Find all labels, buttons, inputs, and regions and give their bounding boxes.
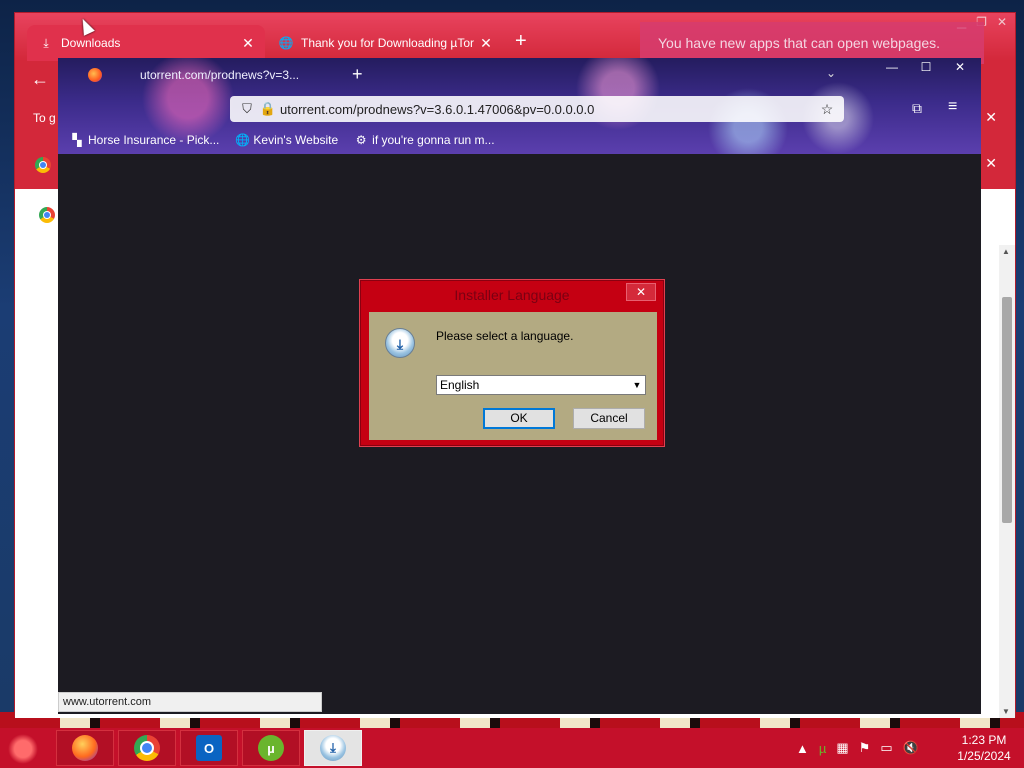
clock-date: 1/25/2024 <box>957 749 1011 763</box>
chevron-down-icon[interactable]: ⌄ <box>826 66 836 80</box>
minimize-icon[interactable]: — <box>879 60 905 74</box>
device-icon[interactable]: ▦ <box>836 740 848 756</box>
shield-icon[interactable]: ⛉ <box>238 101 256 117</box>
new-tab-button[interactable]: + <box>352 64 363 85</box>
bookmark-horse-insurance[interactable]: ▚ Horse Insurance - Pick... <box>70 133 219 147</box>
firefox-icon <box>88 68 102 82</box>
dialog-message: Please select a language. <box>436 329 574 343</box>
chrome-scrollbar[interactable]: ▲ ▼ <box>999 245 1015 718</box>
installer-icon: ⤓ <box>385 328 415 358</box>
cancel-button[interactable]: Cancel <box>573 408 645 429</box>
firefox-icon <box>72 735 98 761</box>
new-tab-button[interactable]: + <box>515 31 527 51</box>
close-icon[interactable]: ✕ <box>241 35 255 52</box>
chrome-tab-thank-you[interactable]: 🌐 Thank you for Downloading µTor ✕ <box>267 25 503 61</box>
ok-button[interactable]: OK <box>483 408 555 429</box>
chevron-down-icon[interactable]: ▼ <box>629 380 645 390</box>
globe-icon: 🌐 <box>235 133 251 147</box>
scroll-up-icon[interactable]: ▲ <box>1002 247 1010 256</box>
utorrent-tray-icon[interactable]: µ <box>819 741 827 756</box>
chrome-tab-downloads[interactable]: ⤓ Downloads ✕ <box>27 25 265 61</box>
firefox-tab-title: utorrent.com/prodnews?v=3... <box>140 68 300 82</box>
taskbar-utorrent[interactable]: µ <box>242 730 300 766</box>
chrome-icon <box>134 735 160 761</box>
language-select[interactable]: English ▼ <box>436 375 646 395</box>
notification-text: You have new apps that can open webpages… <box>658 35 941 51</box>
close-icon[interactable]: ✕ <box>985 109 997 126</box>
close-icon[interactable]: ✕ <box>985 155 997 172</box>
url-text[interactable]: utorrent.com/prodnews?v=3.6.0.1.47006&pv… <box>280 102 818 117</box>
bookmarks-bar: ▚ Horse Insurance - Pick... 🌐 Kevin's We… <box>70 130 495 150</box>
scrollbar-thumb[interactable] <box>1002 297 1012 523</box>
hamburger-menu-icon[interactable]: ≡ <box>948 98 957 116</box>
close-icon[interactable]: ✕ <box>947 60 973 74</box>
bookmark-kevins-website[interactable]: 🌐 Kevin's Website <box>235 133 338 147</box>
taskbar: O µ ⤓ ▲ µ ▦ ⚑ ▭ 🔇 1:23 PM 1/25/2024 <box>0 728 1024 768</box>
scroll-down-icon[interactable]: ▼ <box>1002 707 1010 716</box>
utorrent-icon: µ <box>258 735 284 761</box>
chrome-tab-label: Thank you for Downloading µTor <box>301 36 475 50</box>
firefox-window-controls: — ☐ ✕ <box>879 60 973 74</box>
chrome-page-text: To g <box>33 111 56 125</box>
firefox-tab[interactable]: utorrent.com/prodnews?v=3... <box>88 64 318 86</box>
dialog-title: Installer Language <box>454 287 570 303</box>
close-icon[interactable]: ✕ <box>479 35 493 52</box>
bookmark-label: if you're gonna run m... <box>372 133 495 147</box>
chrome-tab-label: Downloads <box>61 36 121 50</box>
firefox-header: utorrent.com/prodnews?v=3... + ⌄ — ☐ ✕ ⛉… <box>58 58 981 154</box>
installer-icon: ⤓ <box>320 735 346 761</box>
network-icon[interactable]: ▭ <box>880 740 892 756</box>
clock-time: 1:23 PM <box>961 733 1007 747</box>
bookmark-label: Horse Insurance - Pick... <box>88 133 220 147</box>
back-arrow-icon[interactable]: ← <box>31 69 49 90</box>
close-icon[interactable]: ✕ <box>997 15 1007 29</box>
outlook-icon: O <box>196 735 222 761</box>
chevron-up-icon[interactable]: ▲ <box>796 741 809 756</box>
system-tray: ▲ µ ▦ ⚑ ▭ 🔇 <box>796 740 919 756</box>
taskbar-firefox[interactable] <box>56 730 114 766</box>
bookmark-icon: ▚ <box>72 133 82 147</box>
bookmark-gonna-run[interactable]: ⚙ if you're gonna run m... <box>354 133 495 147</box>
lock-icon[interactable]: 🔒 <box>256 101 280 117</box>
firefox-address-bar[interactable]: ⛉ 🔒 utorrent.com/prodnews?v=3.6.0.1.4700… <box>230 96 844 122</box>
star-icon[interactable]: ☆ <box>818 101 836 118</box>
taskbar-clock[interactable]: 1:23 PM 1/25/2024 <box>948 732 1020 764</box>
maximize-icon[interactable]: ☐ <box>913 60 939 74</box>
globe-icon: 🌐 <box>278 36 294 50</box>
chrome-logo-icon <box>39 207 55 223</box>
chrome-logo-icon <box>35 157 51 173</box>
flag-icon[interactable]: ⚑ <box>859 740 871 756</box>
volume-muted-icon[interactable]: 🔇 <box>903 740 919 756</box>
dialog-close-button[interactable]: ✕ <box>626 283 656 301</box>
status-bar-url: www.utorrent.com <box>58 692 322 712</box>
installer-language-dialog: Installer Language ✕ ⤓ Please select a l… <box>360 280 664 446</box>
taskbar-chrome[interactable] <box>118 730 176 766</box>
bookmark-icon: ⚙ <box>355 133 367 147</box>
language-select-value: English <box>440 378 480 392</box>
dialog-body: ⤓ Please select a language. English ▼ OK… <box>369 312 657 440</box>
extensions-icon[interactable]: ⧉ <box>912 100 922 117</box>
taskbar-outlook[interactable]: O <box>180 730 238 766</box>
taskbar-installer[interactable]: ⤓ <box>304 730 362 766</box>
download-icon: ⤓ <box>43 35 49 50</box>
start-button[interactable] <box>8 734 38 764</box>
bookmark-label: Kevin's Website <box>253 133 339 147</box>
